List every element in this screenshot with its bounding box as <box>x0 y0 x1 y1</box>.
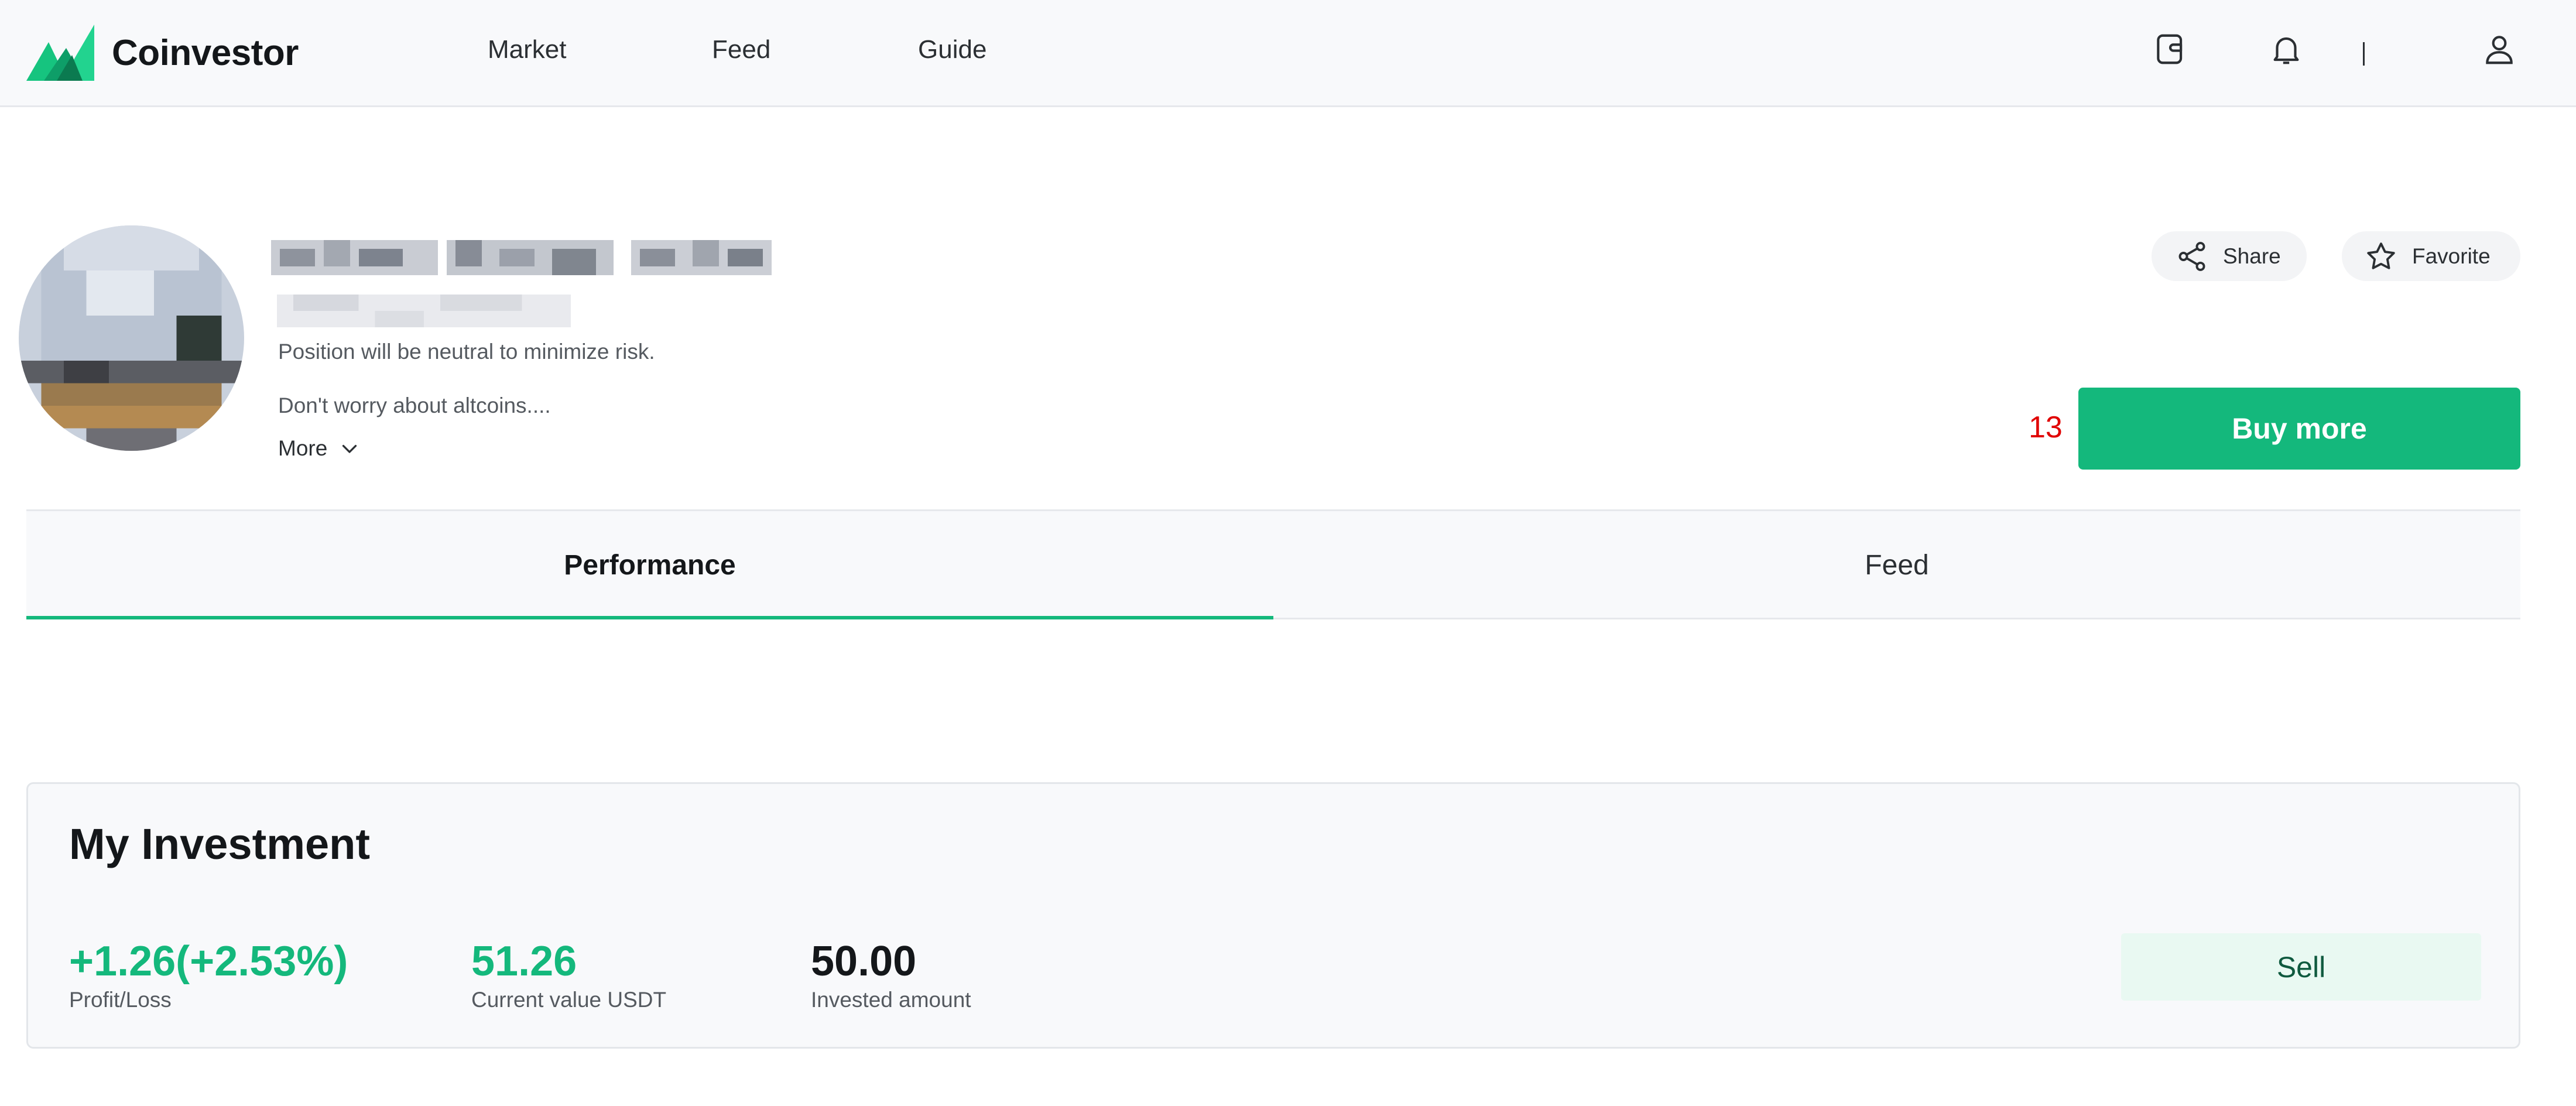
bell-icon[interactable] <box>2267 30 2305 68</box>
invested-amount-label: Invested amount <box>811 988 971 1012</box>
tab-feed[interactable]: Feed <box>1273 511 2520 619</box>
more-label: More <box>278 436 328 460</box>
nav-market[interactable]: Market <box>488 35 566 64</box>
profit-loss-value: +1.26(+2.53%) <box>69 938 348 985</box>
nav-feed[interactable]: Feed <box>712 35 770 64</box>
header-divider <box>2363 42 2365 66</box>
tab-performance[interactable]: Performance <box>26 511 1273 619</box>
wallet-icon[interactable] <box>2152 30 2189 68</box>
share-button[interactable]: Share <box>2152 231 2307 281</box>
count-label: 13 <box>2029 410 2063 444</box>
avatar <box>19 225 244 451</box>
bio-line-2: Don't worry about altcoins.... <box>278 393 551 417</box>
logo[interactable]: Coinvestor <box>26 25 299 81</box>
share-label: Share <box>2223 244 2281 268</box>
current-value-label: Current value USDT <box>471 988 667 1012</box>
star-icon <box>2367 242 2395 269</box>
tab-bar: Performance Feed <box>26 509 2520 619</box>
profit-loss-label: Profit/Loss <box>69 988 172 1012</box>
favorite-label: Favorite <box>2412 244 2491 268</box>
sell-button[interactable]: Sell <box>2121 933 2481 1001</box>
logo-icon <box>26 25 94 81</box>
favorite-button[interactable]: Favorite <box>2342 231 2520 281</box>
more-toggle[interactable]: More <box>278 436 360 461</box>
nav-guide[interactable]: Guide <box>918 35 986 64</box>
invested-amount-value: 50.00 <box>811 938 917 985</box>
active-tab-indicator <box>26 616 1273 619</box>
logo-text: Coinvestor <box>112 32 299 73</box>
user-icon[interactable] <box>2481 30 2518 68</box>
top-header: Coinvestor Market Feed Guide <box>0 0 2576 107</box>
chevron-down-icon <box>342 444 357 453</box>
card-title: My Investment <box>69 820 371 868</box>
buy-more-button[interactable]: Buy more <box>2078 388 2520 470</box>
bio-line-1: Position will be neutral to minimize ris… <box>278 340 655 364</box>
profile-name <box>271 240 772 275</box>
current-value-value: 51.26 <box>471 938 577 985</box>
share-icon <box>2178 241 2205 271</box>
my-investment-card: My Investment +1.26(+2.53%) Profit/Loss … <box>26 782 2520 1049</box>
profile-subtitle <box>277 295 571 327</box>
